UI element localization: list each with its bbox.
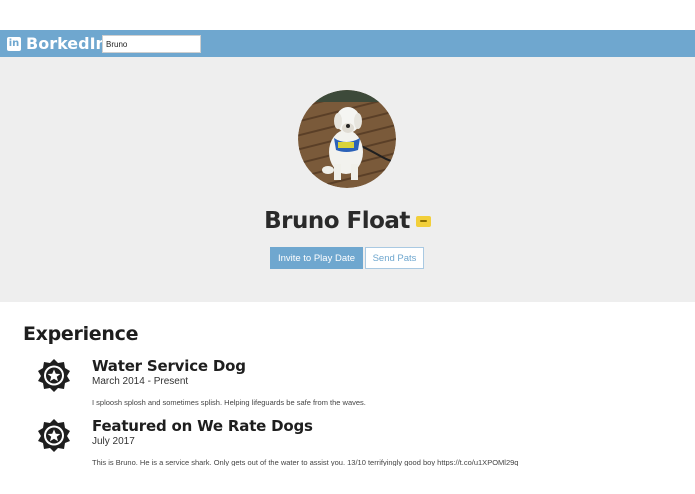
avatar bbox=[298, 90, 396, 188]
page: in BorkedIn Bruno Bruno Float Invite to … bbox=[0, 0, 695, 466]
search-input[interactable] bbox=[102, 35, 201, 53]
dog-badge-icon bbox=[415, 215, 431, 227]
linkedin-icon: in bbox=[7, 36, 21, 51]
experience-description: This is Bruno. He is a service shark. On… bbox=[92, 458, 519, 466]
badge-dot bbox=[419, 220, 427, 222]
dog-photo-icon bbox=[298, 90, 396, 188]
experience-title: Water Service Dog bbox=[92, 357, 246, 375]
experience-title: Featured on We Rate Dogs bbox=[92, 417, 313, 435]
profile-name: Bruno Float bbox=[264, 208, 410, 234]
experience-description: I sploosh splosh and sometimes splish. H… bbox=[92, 398, 366, 407]
experience-heading: Experience bbox=[23, 323, 139, 345]
brand-name: BorkedIn bbox=[26, 34, 107, 53]
experience-date: July 2017 bbox=[92, 436, 135, 447]
badge-star-icon bbox=[38, 419, 70, 452]
brand-logo[interactable]: in BorkedIn bbox=[7, 34, 107, 53]
top-navbar: in BorkedIn bbox=[0, 30, 695, 57]
invite-play-date-button[interactable]: Invite to Play Date bbox=[270, 247, 363, 269]
profile-name-row: Bruno Float bbox=[0, 208, 695, 234]
badge-star-icon bbox=[38, 359, 70, 392]
send-pats-button[interactable]: Send Pats bbox=[365, 247, 424, 269]
experience-date: March 2014 - Present bbox=[92, 376, 189, 387]
profile-header: Bruno Float Invite to Play Date Send Pat… bbox=[0, 57, 695, 302]
